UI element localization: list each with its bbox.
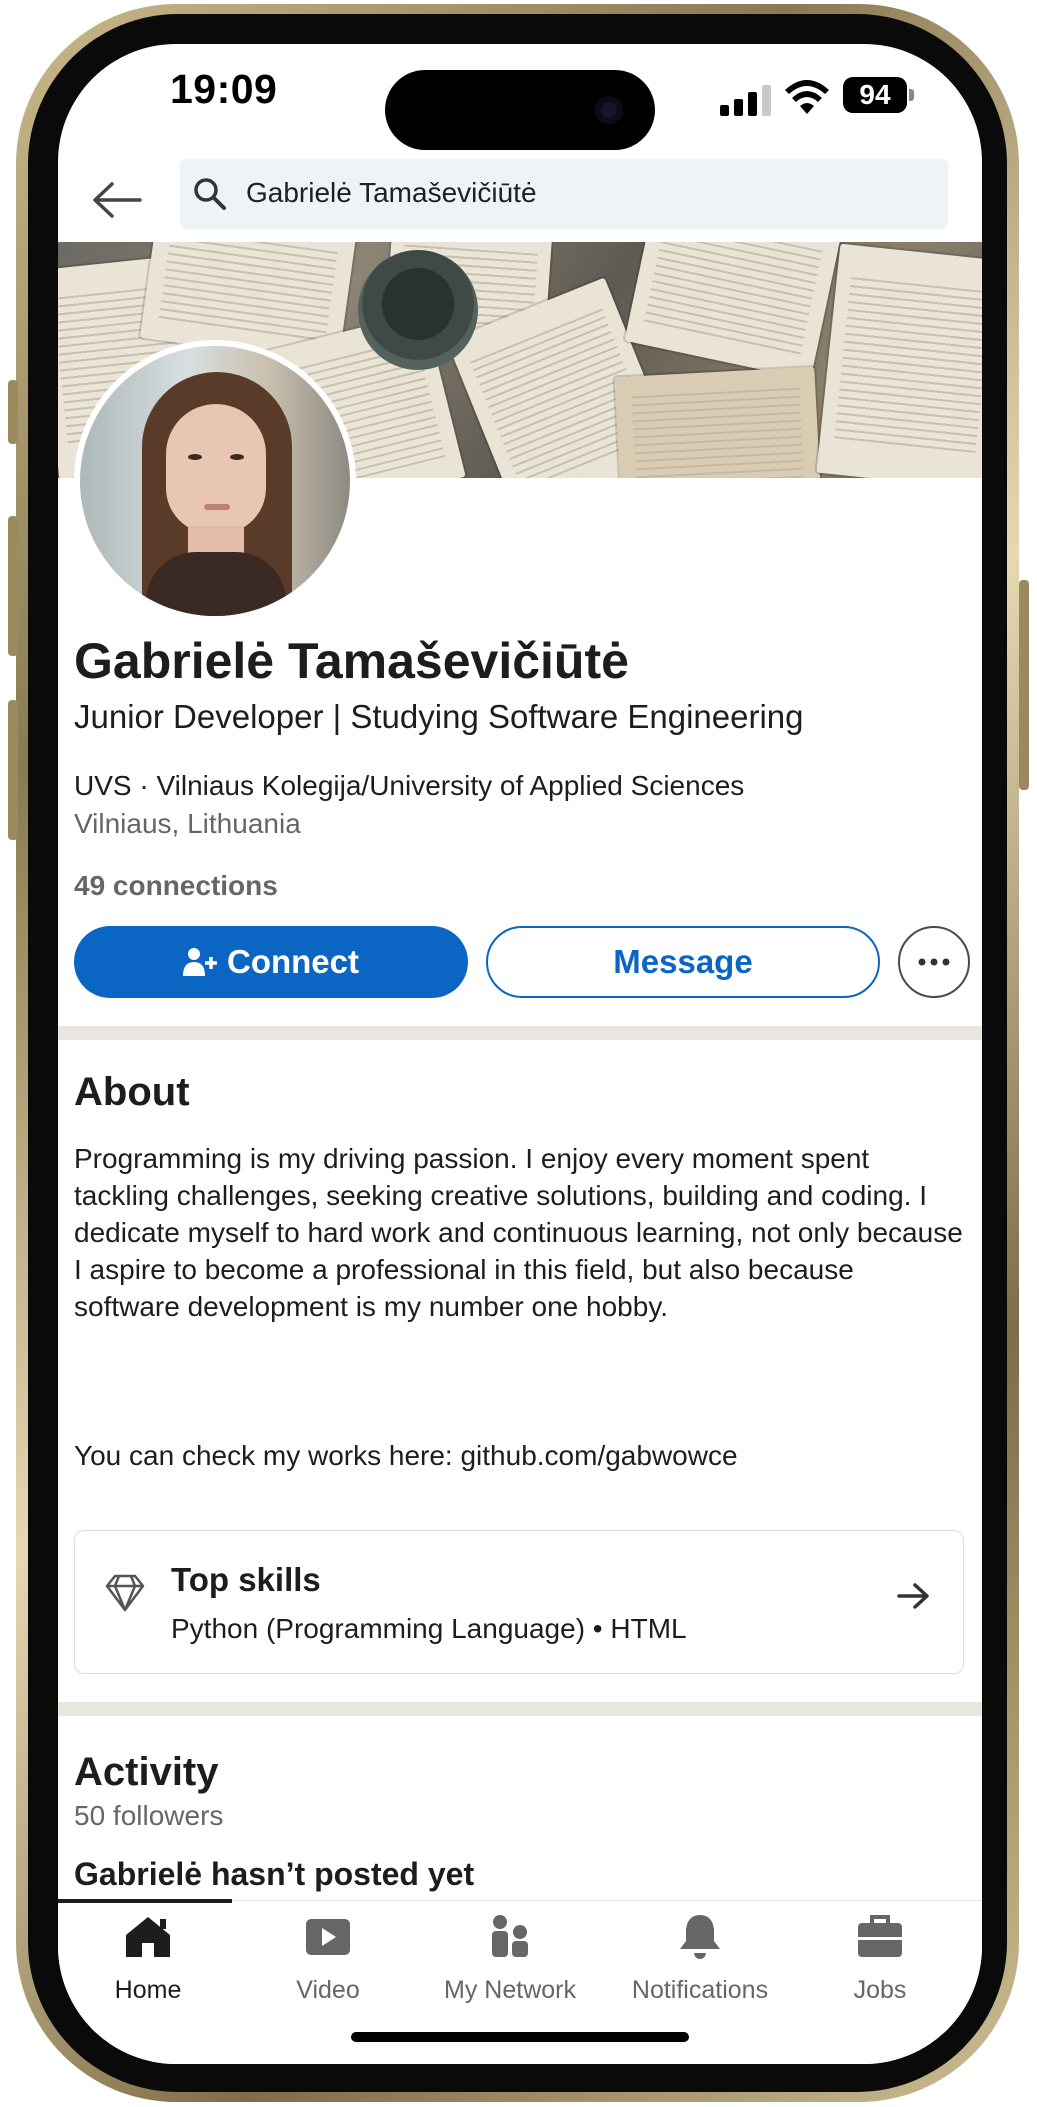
- top-skills-list: Python (Programming Language) • HTML: [171, 1613, 687, 1644]
- nav-label-notifications: Notifications: [631, 1976, 769, 2004]
- network-icon: [492, 1915, 528, 1957]
- profile-headline: Junior Developer | Studying Software Eng…: [74, 698, 804, 735]
- nav-item-my-network[interactable]: My Network: [420, 1907, 600, 2007]
- avatar-photo: [80, 346, 350, 616]
- signal-icon: [720, 84, 774, 116]
- battery-tip: [909, 89, 914, 101]
- about-link-line[interactable]: You can check my works here: github.com/…: [74, 1440, 738, 1472]
- nav-active-indicator: [58, 1899, 232, 1903]
- ellipsis-icon: [918, 958, 950, 966]
- nav-item-jobs[interactable]: Jobs: [790, 1907, 970, 2007]
- back-button[interactable]: [86, 170, 146, 230]
- wifi-icon: [785, 80, 829, 114]
- screen: 19:09 94 Gabrielė Tamaševičiūtė Gabrielė…: [58, 44, 982, 2064]
- diamond-icon: [105, 1574, 145, 1612]
- section-divider: [58, 1026, 982, 1040]
- nav-item-notifications[interactable]: Notifications: [610, 1907, 790, 2007]
- arrow-right-icon: [897, 1583, 929, 1609]
- nav-label-video: Video: [296, 1976, 360, 2004]
- message-button[interactable]: Message: [486, 926, 880, 998]
- search-query: Gabrielė Tamaševičiūtė: [246, 177, 537, 208]
- volume-down-button: [8, 700, 18, 840]
- bell-icon: [680, 1915, 720, 1959]
- add-person-icon: [183, 948, 217, 976]
- video-icon: [306, 1919, 350, 1955]
- profile-avatar[interactable]: [74, 340, 356, 622]
- front-camera: [595, 96, 623, 124]
- power-button: [1019, 580, 1029, 790]
- profile-location: Vilniaus, Lithuania: [74, 808, 301, 839]
- connections-count[interactable]: 49 connections: [74, 870, 278, 902]
- nav-label-jobs: Jobs: [853, 1976, 907, 2004]
- connect-button[interactable]: Connect: [74, 926, 468, 998]
- section-divider: [58, 1702, 982, 1716]
- home-indicator[interactable]: [351, 2032, 689, 2042]
- activity-empty-message: Gabrielė hasn’t posted yet: [74, 1856, 475, 1892]
- profile-name: Gabrielė Tamaševičiūtė: [74, 633, 629, 689]
- activity-title: Activity: [74, 1750, 219, 1794]
- home-icon: [126, 1917, 170, 1957]
- arrow-left-icon: [93, 182, 142, 218]
- battery-level: 94: [843, 77, 907, 113]
- volume-up-button: [8, 516, 18, 656]
- nav-label-home: Home: [114, 1976, 182, 2004]
- status-time: 19:09: [170, 66, 278, 112]
- top-skills-title: Top skills: [171, 1561, 321, 1598]
- nav-item-video[interactable]: Video: [238, 1907, 418, 2007]
- profile-education[interactable]: UVS · Vilniaus Kolegija/University of Ap…: [74, 770, 744, 802]
- top-skills-card[interactable]: Top skills Python (Programming Language)…: [74, 1530, 964, 1674]
- dynamic-island: [385, 70, 655, 150]
- search-icon: [194, 178, 226, 210]
- connect-label: Connect: [227, 943, 359, 980]
- about-body: Programming is my driving passion. I enj…: [74, 1143, 963, 1322]
- about-title: About: [74, 1070, 190, 1114]
- message-label: Message: [613, 943, 753, 980]
- nav-item-home[interactable]: Home: [58, 1907, 238, 2007]
- more-options-button[interactable]: [898, 926, 970, 998]
- action-button: [8, 380, 18, 444]
- briefcase-icon: [858, 1915, 902, 1957]
- search-input[interactable]: Gabrielė Tamaševičiūtė: [180, 159, 948, 229]
- followers-count: 50 followers: [74, 1800, 224, 1831]
- nav-label-my-network: My Network: [444, 1976, 576, 2004]
